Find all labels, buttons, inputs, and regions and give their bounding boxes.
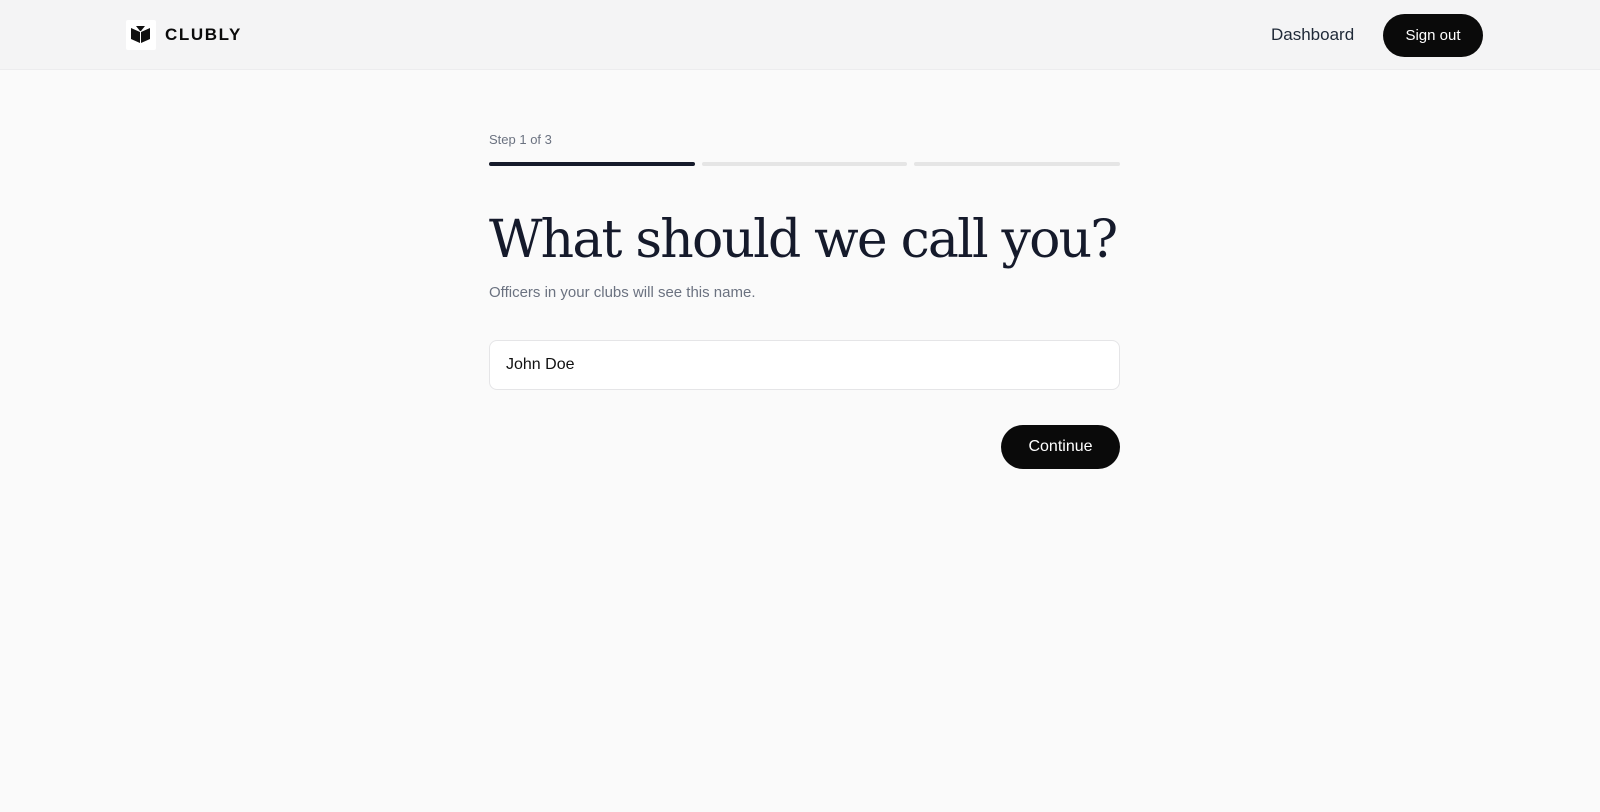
top-navigation-bar: CLUBLY Dashboard Sign out <box>0 0 1600 70</box>
continue-button[interactable]: Continue <box>1001 425 1120 469</box>
page-subtitle: Officers in your clubs will see this nam… <box>489 284 756 301</box>
display-name-input[interactable] <box>489 340 1120 390</box>
clubly-logo-icon <box>126 20 156 50</box>
step-indicator: Step 1 of 3 <box>489 132 552 147</box>
brand-logo[interactable]: CLUBLY <box>126 20 242 50</box>
brand-name: CLUBLY <box>165 25 242 44</box>
progress-segment-pending <box>914 162 1121 166</box>
sign-out-button[interactable]: Sign out <box>1383 14 1483 57</box>
progress-segment-pending <box>701 162 908 166</box>
progress-segment-complete <box>489 162 695 166</box>
dashboard-link[interactable]: Dashboard <box>1271 24 1354 46</box>
page-title: What should we call you? <box>489 210 1118 270</box>
step-progress-bar <box>489 162 1121 166</box>
